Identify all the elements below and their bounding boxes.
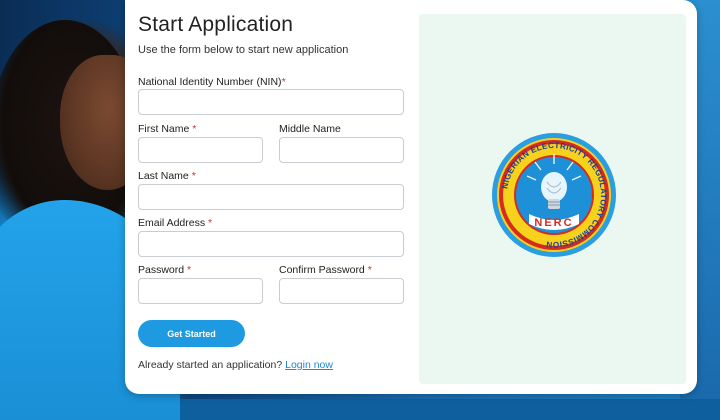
nerc-logo-icon: NIGERIAN ELECTRICITY REGULATORY COMMISSI… <box>492 133 616 257</box>
page-subtitle: Use the form below to start new applicat… <box>138 44 349 56</box>
password-label: Password * <box>138 264 191 276</box>
last-name-label: Last Name * <box>138 170 196 182</box>
confirm-password-label-text: Confirm Password <box>279 264 365 276</box>
nin-label-text: National Identity Number (NIN) <box>138 76 282 88</box>
application-card: Start Application Use the form below to … <box>125 0 697 394</box>
confirm-password-input[interactable] <box>279 278 404 304</box>
password-label-text: Password <box>138 264 185 276</box>
nin-label: National Identity Number (NIN)* <box>138 76 286 88</box>
get-started-button[interactable]: Get Started <box>138 320 245 347</box>
first-name-label-text: First Name <box>138 123 190 135</box>
email-input[interactable] <box>138 231 404 257</box>
login-now-link[interactable]: Login now <box>285 359 333 371</box>
email-label-text: Email Address <box>138 217 206 229</box>
required-mark: * <box>191 170 196 182</box>
confirm-password-label: Confirm Password * <box>279 264 372 276</box>
page-title: Start Application <box>138 13 294 36</box>
required-mark: * <box>208 217 213 229</box>
middle-name-label-text: Middle Name <box>279 123 341 135</box>
middle-name-label: Middle Name <box>279 123 341 135</box>
required-mark: * <box>192 123 197 135</box>
middle-name-input[interactable] <box>279 137 404 163</box>
logo-acronym: NERC <box>534 217 573 229</box>
required-mark: * <box>281 76 286 88</box>
last-name-label-text: Last Name <box>138 170 189 182</box>
last-name-input[interactable] <box>138 184 404 210</box>
first-name-input[interactable] <box>138 137 263 163</box>
login-prompt: Already started an application? Login no… <box>138 359 333 371</box>
password-input[interactable] <box>138 278 263 304</box>
email-label: Email Address * <box>138 217 212 229</box>
nin-input[interactable] <box>138 89 404 115</box>
login-prompt-text: Already started an application? <box>138 359 283 371</box>
logo-panel: NIGERIAN ELECTRICITY REGULATORY COMMISSI… <box>419 14 686 384</box>
required-mark: * <box>367 264 372 276</box>
first-name-label: First Name * <box>138 123 196 135</box>
required-mark: * <box>187 264 192 276</box>
